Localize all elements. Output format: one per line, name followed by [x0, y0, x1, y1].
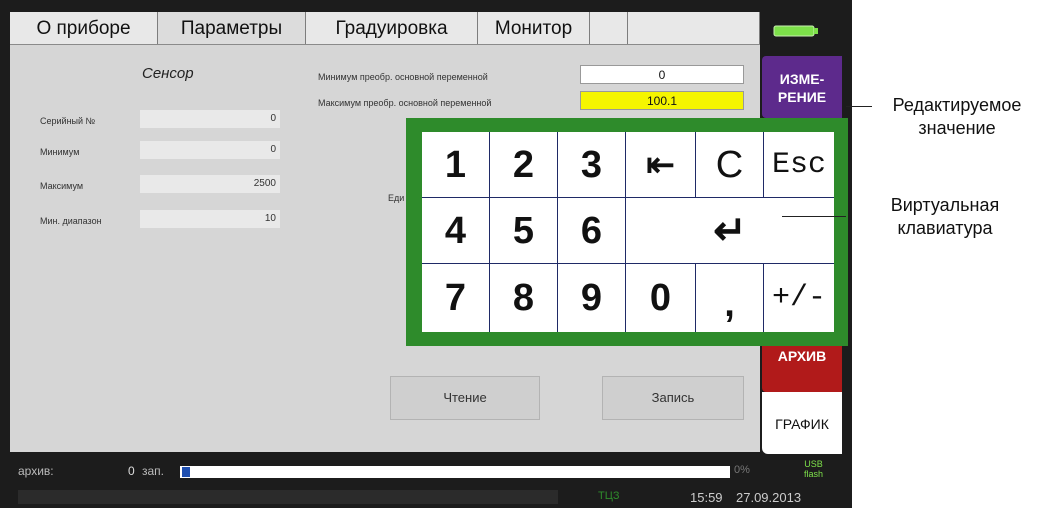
key-4[interactable]: 4: [422, 198, 490, 264]
tab-empty-1[interactable]: [590, 12, 628, 44]
min-range-field[interactable]: 10: [140, 210, 280, 228]
callout-virtual-keyboard: Виртуальная клавиатура: [890, 195, 1000, 238]
tab-parameters[interactable]: Параметры: [158, 12, 306, 44]
usb-flash-indicator: USB flash: [804, 459, 824, 479]
archive-progress-bar: [180, 466, 730, 478]
measure-button-label: ИЗМЕ- РЕНИЕ: [777, 71, 827, 105]
status-bar-top: архив: 0 зап. 0% USB flash: [0, 458, 852, 484]
callout-line-virtual-keyboard: [782, 216, 846, 217]
backspace-key[interactable]: ⇤: [626, 132, 696, 198]
archive-record-unit: зап.: [142, 464, 165, 478]
measure-button[interactable]: ИЗМЕ- РЕНИЕ: [762, 56, 842, 118]
archive-percent: 0%: [734, 464, 750, 476]
tab-bar: О приборе Параметры Градуировка Монитор: [10, 12, 760, 45]
archive-record-count: 0: [128, 464, 135, 478]
clock-date: 27.09.2013: [736, 490, 802, 505]
comma-key[interactable]: ,: [696, 264, 764, 332]
enter-key[interactable]: ↵: [626, 198, 834, 264]
key-2[interactable]: 2: [490, 132, 558, 198]
key-6[interactable]: 6: [558, 198, 626, 264]
key-1[interactable]: 1: [422, 132, 490, 198]
battery-icon: [768, 18, 824, 44]
key-5[interactable]: 5: [490, 198, 558, 264]
minimum-label: Минимум: [40, 147, 80, 157]
read-button[interactable]: Чтение: [390, 376, 540, 420]
maximum-field[interactable]: 2500: [140, 175, 280, 193]
conversion-max-field[interactable]: 100.1: [580, 91, 744, 110]
tab-monitor[interactable]: Монитор: [478, 12, 590, 44]
mode-indicator: ТЦЗ: [598, 490, 620, 502]
maximum-label: Максимум: [40, 181, 84, 191]
unit-label: Еди: [388, 193, 405, 203]
status-message-area: [18, 490, 558, 504]
min-range-label: Мин. диапазон: [40, 216, 102, 226]
serial-field[interactable]: 0: [140, 110, 280, 128]
sensor-section-title: Сенсор: [142, 65, 194, 82]
callout-line-edited-value: [846, 106, 872, 107]
key-8[interactable]: 8: [490, 264, 558, 332]
key-3[interactable]: 3: [558, 132, 626, 198]
escape-key[interactable]: Esc: [764, 132, 834, 198]
graph-button[interactable]: ГРАФИК: [762, 392, 842, 454]
write-button[interactable]: Запись: [602, 376, 744, 420]
conversion-min-field[interactable]: 0: [580, 65, 744, 84]
tab-empty-2[interactable]: [628, 12, 760, 44]
archive-button[interactable]: АРХИВ: [762, 338, 842, 392]
archive-status-label: архив:: [18, 464, 54, 478]
serial-label: Серийный №: [40, 116, 96, 126]
conversion-min-label: Минимум преобр. основной переменной: [318, 72, 488, 82]
minimum-field[interactable]: 0: [140, 141, 280, 159]
clear-key[interactable]: C: [696, 132, 764, 198]
key-9[interactable]: 9: [558, 264, 626, 332]
key-0[interactable]: 0: [626, 264, 696, 332]
sign-toggle-key[interactable]: +/-: [764, 264, 834, 332]
keypad-grid: 1 2 3 ⇤ C Esc 4 5 6 ↵ 7 8 9 0 , +/-: [422, 132, 834, 332]
callout-edited-value: Редактируемое значение: [892, 95, 1022, 138]
conversion-max-label: Максимум преобр. основной переменной: [318, 98, 492, 108]
key-7[interactable]: 7: [422, 264, 490, 332]
tab-about[interactable]: О приборе: [10, 12, 158, 44]
archive-progress-fill: [182, 467, 190, 477]
graph-button-label: ГРАФИК: [775, 416, 829, 432]
tab-calibration[interactable]: Градуировка: [306, 12, 478, 44]
virtual-keypad: 1 2 3 ⇤ C Esc 4 5 6 ↵ 7 8 9 0 , +/-: [406, 118, 848, 346]
status-bar-bottom: ТЦЗ 15:59 27.09.2013: [0, 486, 852, 508]
clock-time: 15:59: [690, 490, 723, 505]
